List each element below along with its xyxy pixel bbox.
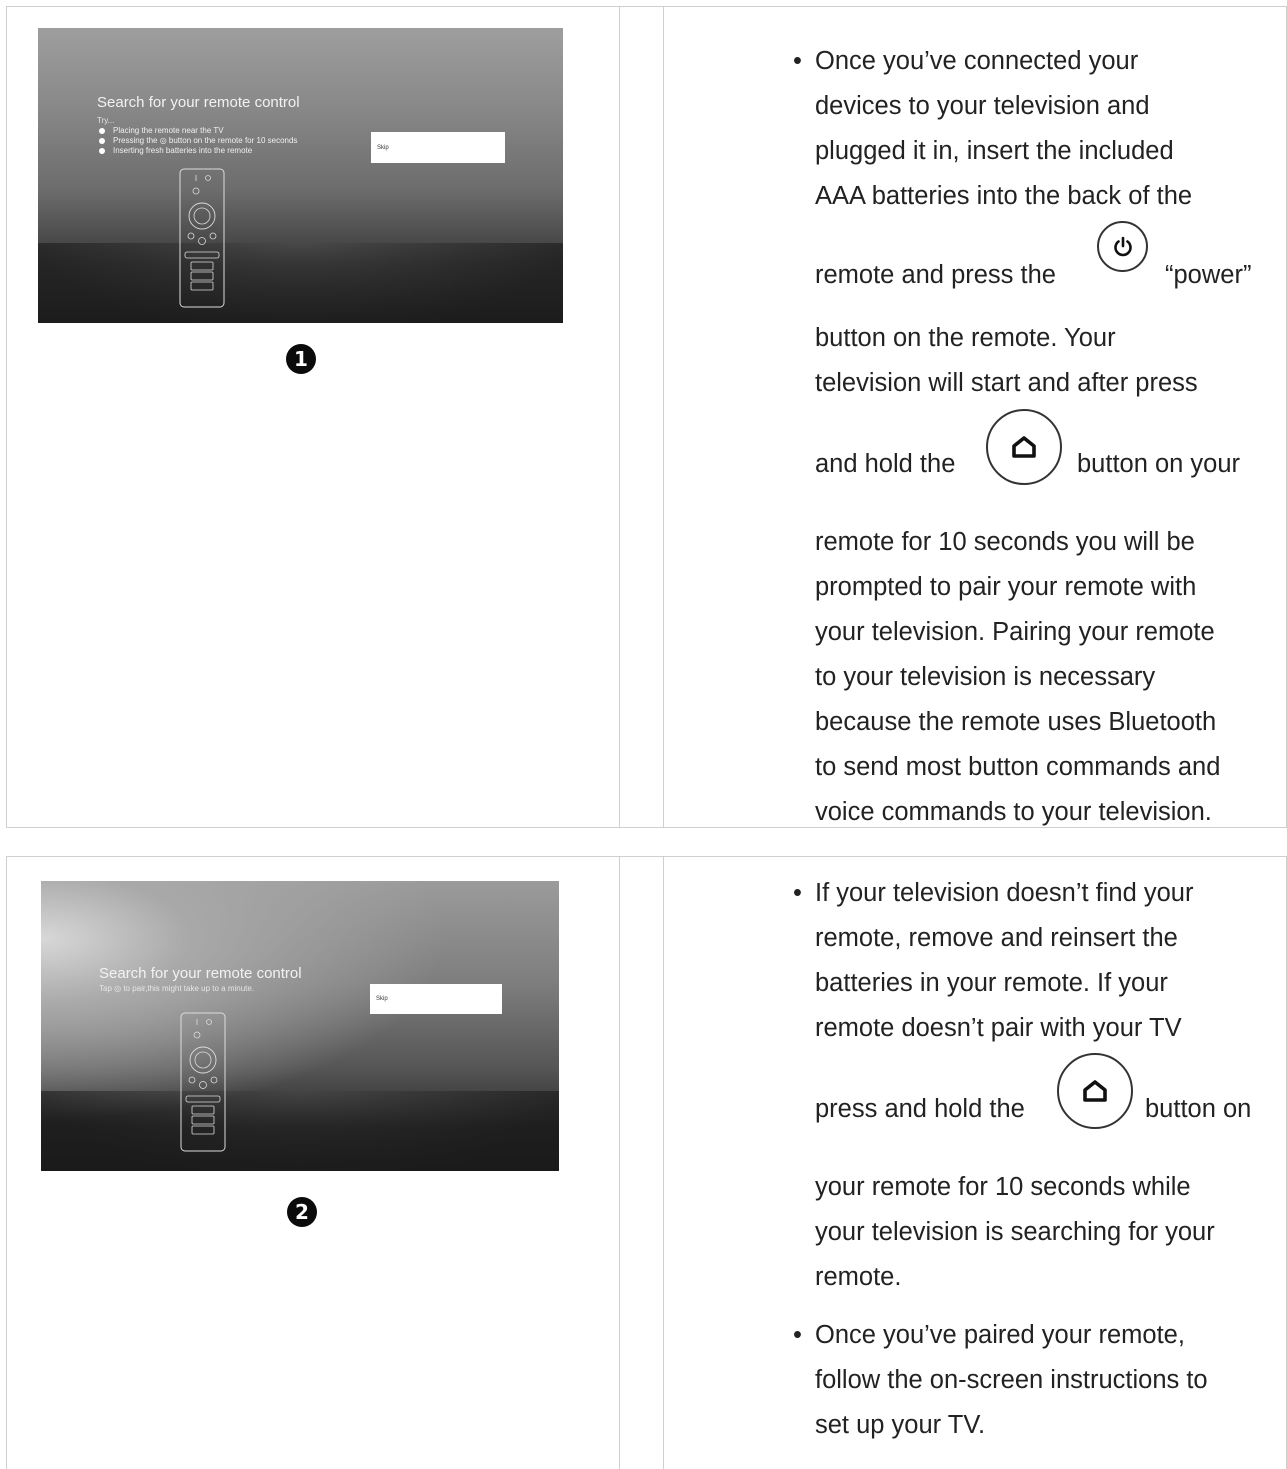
- text-line: If your television doesn’t find your: [815, 879, 1194, 907]
- text-line: your remote for 10 seconds while: [815, 1173, 1191, 1201]
- text-fragment: button on: [1145, 1095, 1252, 1123]
- remote-illustration: [180, 1012, 226, 1152]
- home-icon: [1057, 1053, 1133, 1129]
- background-haze: [41, 1091, 559, 1171]
- text-line: voice commands to your television.: [815, 798, 1212, 826]
- text-line: to your television is necessary: [815, 663, 1156, 691]
- column-divider: [619, 7, 620, 827]
- text-line: AAA batteries into the back of the: [815, 182, 1193, 210]
- text-line: follow the on-screen instructions to: [815, 1366, 1208, 1394]
- home-line: and hold the button on your: [815, 406, 1273, 520]
- text-line: plugged it in, insert the included: [815, 137, 1174, 165]
- step-number-badge: 1: [286, 344, 316, 374]
- power-line: remote and press the “power”: [815, 219, 1273, 316]
- manual-page: Search for your remote control Try... Pl…: [0, 0, 1287, 1469]
- text-line: your television is searching for your: [815, 1218, 1215, 1246]
- remote-illustration: [179, 168, 225, 308]
- tv-screenshot-search-remote: Search for your remote control Try... Pl…: [38, 28, 563, 323]
- text-line: devices to your television and: [815, 92, 1150, 120]
- text-line: to send most button commands and: [815, 753, 1221, 781]
- tv-screenshot-pair-remote: Search for your remote control Tap ◎ to …: [41, 881, 559, 1171]
- text-line: because the remote uses Bluetooth: [815, 708, 1217, 736]
- text-line: set up your TV.: [815, 1411, 986, 1439]
- tv-tips-list: Placing the remote near the TV Pressing …: [97, 126, 297, 156]
- text-line: Once you’ve connected your: [815, 47, 1139, 75]
- bullet: •: [793, 47, 802, 75]
- step-1-instructions: • Once you’ve connected your devices to …: [793, 39, 1273, 835]
- step-2-panel: Search for your remote control Tap ◎ to …: [6, 856, 1287, 1469]
- background-haze: [38, 243, 563, 323]
- tv-title: Search for your remote control: [97, 94, 300, 111]
- home-icon: [986, 409, 1062, 485]
- text-fragment: press and hold the: [815, 1095, 1025, 1123]
- text-line: remote doesn’t pair with your TV: [815, 1014, 1182, 1042]
- tv-tip: Inserting fresh batteries into the remot…: [97, 146, 297, 156]
- tv-title: Search for your remote control: [99, 965, 302, 982]
- home-line: press and hold the button on: [815, 1051, 1273, 1165]
- text-fragment: remote and press the: [815, 261, 1056, 289]
- skip-button[interactable]: Skip: [371, 132, 505, 163]
- text-line: button on the remote. Your: [815, 324, 1116, 352]
- text-line: remote, remove and reinsert the: [815, 924, 1178, 952]
- text-line: Once you’ve paired your remote,: [815, 1321, 1185, 1349]
- tv-tip: Placing the remote near the TV: [97, 126, 297, 136]
- tv-subtitle: Tap ◎ to pair,this might take up to a mi…: [99, 984, 255, 993]
- text-fragment: and hold the: [815, 450, 956, 478]
- text-line: batteries in your remote. If your: [815, 969, 1168, 997]
- text-line: prompted to pair your remote with: [815, 573, 1197, 601]
- column-divider: [663, 7, 664, 827]
- text-line: remote for 10 seconds you will be: [815, 528, 1195, 556]
- text-fragment: button on your: [1077, 450, 1241, 478]
- text-fragment: “power”: [1165, 261, 1252, 289]
- step-2-instructions: • If your television doesn’t find your r…: [793, 871, 1273, 1448]
- skip-button[interactable]: Skip: [370, 984, 502, 1014]
- power-icon: [1097, 221, 1148, 272]
- text-line: television will start and after press: [815, 369, 1198, 397]
- instruction-paragraph: • Once you’ve connected your devices to …: [793, 39, 1273, 835]
- bullet: •: [793, 1321, 802, 1349]
- column-divider: [619, 857, 620, 1469]
- step-number-badge: 2: [287, 1197, 317, 1227]
- text-line: remote.: [815, 1263, 902, 1291]
- tv-tip: Pressing the ◎ button on the remote for …: [97, 136, 297, 146]
- instruction-paragraph: • Once you’ve paired your remote, follow…: [793, 1313, 1273, 1448]
- tv-try-label: Try...: [97, 116, 115, 125]
- column-divider: [663, 857, 664, 1469]
- bullet: •: [793, 879, 802, 907]
- text-line: your television. Pairing your remote: [815, 618, 1215, 646]
- instruction-paragraph: • If your television doesn’t find your r…: [793, 871, 1273, 1300]
- step-1-panel: Search for your remote control Try... Pl…: [6, 6, 1287, 828]
